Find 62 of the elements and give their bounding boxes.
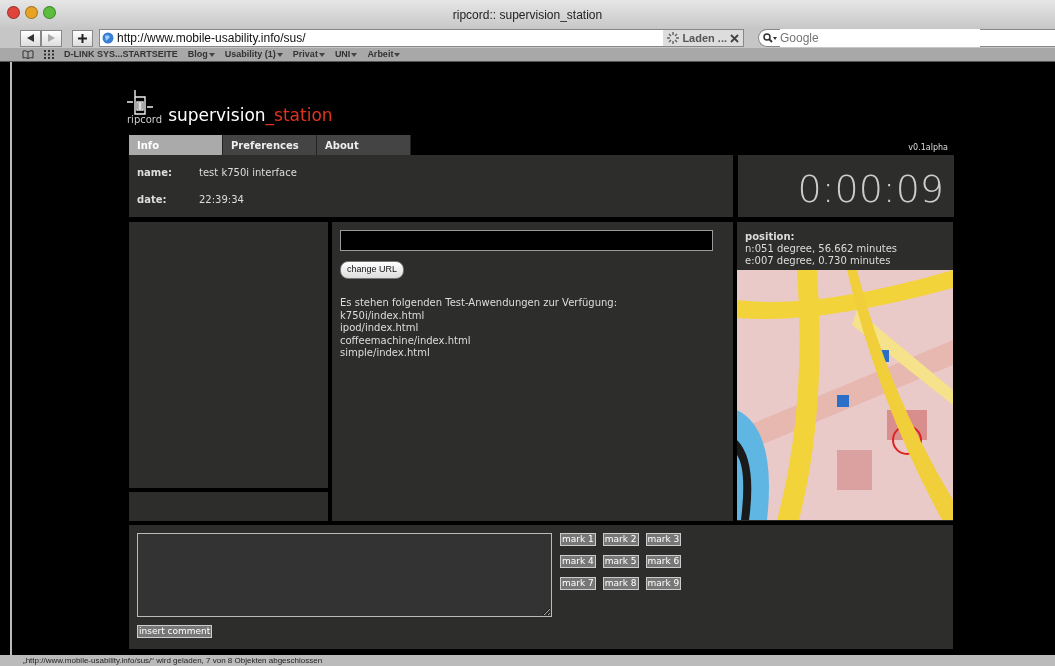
forward-icon (48, 34, 55, 42)
caret-icon (208, 52, 215, 57)
mark-button[interactable]: mark 6 (645, 555, 682, 568)
mark-button[interactable]: mark 5 (602, 555, 639, 568)
app-path: coffeemachine/index.html (340, 334, 472, 347)
field-label: name: (137, 166, 174, 180)
plus-icon (78, 33, 87, 43)
position-label: position: (745, 231, 796, 243)
intro-text: Es stehen folgenden Test-Anwendungen zur Verfügung: (340, 297, 619, 310)
close-icon (730, 33, 739, 43)
mark-button[interactable]: mark 4 (560, 555, 596, 568)
timer-display: 0:00:09 (738, 155, 954, 217)
search-field[interactable]: Google (758, 29, 1055, 47)
mark-button[interactable]: mark 3 (645, 533, 682, 546)
loading-indicator[interactable]: Laden ... (663, 30, 743, 46)
mark-button[interactable]: mark 7 (560, 577, 596, 590)
bookmark-item[interactable]: Blog (187, 47, 215, 62)
window-title: ripcord:: supervision_station (451, 7, 604, 24)
add-bookmark-button[interactable] (72, 29, 93, 47)
caret-icon (394, 52, 401, 57)
app-title: supervision_station (168, 107, 333, 124)
field-label: date: (137, 193, 168, 207)
book-icon[interactable] (22, 50, 34, 59)
caret-icon (351, 52, 358, 57)
tab[interactable]: Preferences (223, 135, 317, 155)
field-value: test k750i interface (199, 167, 297, 178)
address-field[interactable]: http://www.mobile-usability.info/sus/ Laden ... (99, 29, 744, 47)
zoom-button[interactable] (43, 6, 56, 19)
caret-icon (276, 52, 283, 57)
minimize-button[interactable] (25, 6, 38, 19)
mark-button[interactable]: mark 9 (645, 577, 682, 590)
mark-button[interactable]: mark 2 (602, 533, 639, 546)
phone-icon (127, 89, 153, 115)
spinner-icon (667, 32, 680, 44)
version-label: v0.1alpha (908, 142, 949, 154)
bookmark-item[interactable]: Usability (1) (224, 47, 283, 62)
caret-icon (318, 52, 325, 57)
coordinate-text: n:051 degree, 56.662 minutes (745, 243, 899, 255)
app-path: simple/index.html (340, 347, 431, 360)
app-path: ipod/index.html (340, 322, 420, 335)
close-button[interactable] (7, 6, 20, 19)
bookmark-item[interactable]: UNI (334, 47, 358, 62)
logo-text: ripcord (127, 115, 163, 125)
bookmark-item[interactable]: Privat (292, 47, 325, 62)
coordinate-text: e:007 degree, 0.730 minutes (745, 255, 892, 267)
bookmark-item[interactable]: Arbeit (367, 47, 401, 62)
insert-comment-button[interactable]: insert comment (137, 625, 213, 638)
mark-button[interactable]: mark 1 (560, 533, 596, 546)
globe-icon (102, 32, 114, 44)
mark-button[interactable]: mark 8 (602, 577, 639, 590)
change-url-button[interactable]: change URL (340, 261, 405, 279)
bookmark-item[interactable]: D-LINK SYS...STARTSEITE (64, 47, 178, 62)
url-field[interactable] (340, 230, 713, 251)
field-value: 22:39:34 (199, 194, 244, 205)
back-icon (27, 34, 34, 42)
grid-icon[interactable] (44, 50, 54, 59)
status-text: „http://www.mobile-usability.info/sus/“ wird geladen, 7 von 8 Objekten abgeschlossen (0, 655, 1055, 666)
search-icon (763, 33, 777, 43)
tab[interactable]: About (317, 135, 411, 155)
back-button[interactable] (20, 29, 41, 47)
app-path: k750i/index.html (340, 309, 426, 322)
comment-field[interactable] (137, 533, 552, 617)
